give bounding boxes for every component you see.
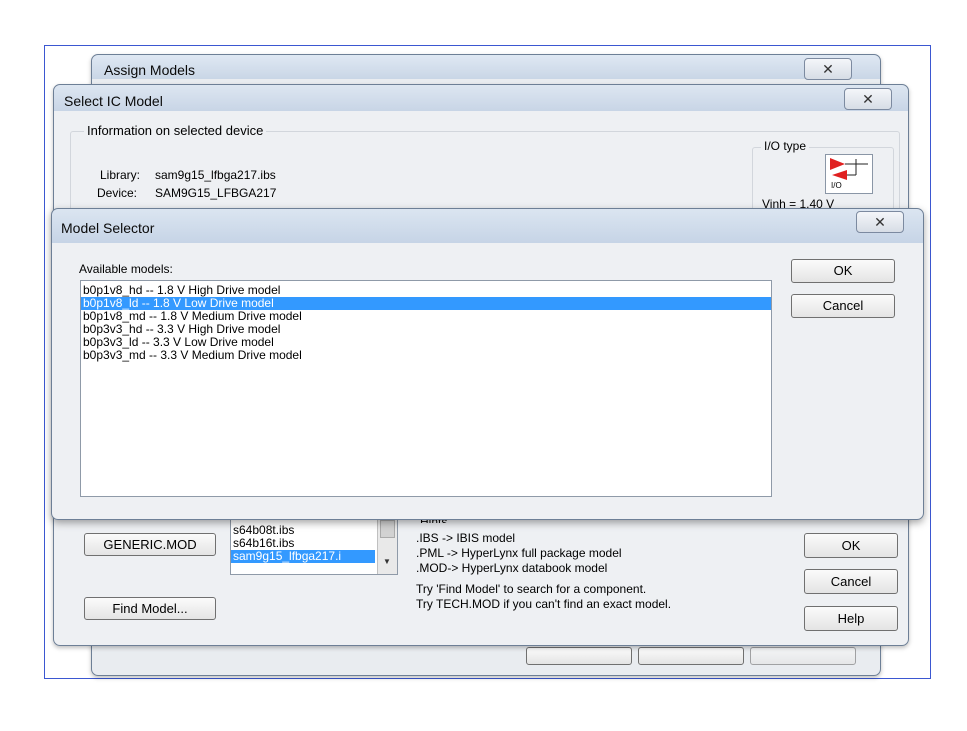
hint-line: .MOD-> HyperLynx databook model [416,561,608,575]
cancel-button[interactable]: Cancel [791,294,895,318]
ok-button-back[interactable] [526,647,632,665]
help-label: Help [837,611,865,626]
generic-mod-label: GENERIC.MOD [103,537,197,552]
apply-button-back[interactable] [750,647,856,665]
find-model-button[interactable]: Find Model... [84,597,216,620]
model-selector-window: Model Selector ✕ Available models: b0p1v… [51,208,924,520]
ok-button[interactable]: OK [804,533,898,558]
available-models-list[interactable]: b0p1v8_hd -- 1.8 V High Drive model b0p1… [80,280,772,497]
ok-button[interactable]: OK [791,259,895,283]
ok-label: OK [841,538,861,553]
close-icon: ✕ [862,91,874,107]
scroll-down-icon[interactable]: ▼ [383,557,391,566]
cancel-button-back[interactable] [638,647,744,665]
ok-label: OK [833,263,853,278]
find-model-label: Find Model... [112,601,188,616]
cancel-label: Cancel [830,574,872,589]
list-item-selected[interactable]: sam9g15_lfbga217.i [231,550,375,563]
list-scrollbar[interactable]: ▼ [377,518,397,574]
window-title: Model Selector [61,220,155,236]
window-title: Assign Models [104,62,196,78]
io-type-label: I/O type [761,139,810,153]
device-value: SAM9G15_LFBGA217 [155,186,277,200]
library-value: sam9g15_lfbga217.ibs [155,168,276,182]
generic-mod-button[interactable]: GENERIC.MOD [84,533,216,556]
close-icon: ✕ [874,214,886,230]
close-button[interactable]: ✕ [804,58,852,80]
screenshot-frame: Assign Models ✕ Select IC Model ✕ Inform… [44,45,931,679]
window-title: Select IC Model [64,93,163,109]
help-button[interactable]: Help [804,606,898,631]
hint-line: .PML -> HyperLynx full package model [416,546,622,560]
model-files-list[interactable]: s64b08t.ibs s64b16t.ibs sam9g15_lfbga217… [230,517,398,575]
hint-line: .IBS -> IBIS model [416,531,516,545]
close-button[interactable]: ✕ [856,211,904,233]
hint-line: Try 'Find Model' to search for a compone… [416,582,647,596]
device-info-label: Information on selected device [84,123,267,138]
device-label: Device: [97,186,138,200]
close-icon: ✕ [822,61,834,77]
library-label: Library: [100,168,141,182]
io-buffer-icon: I/O [825,154,873,194]
available-models-label: Available models: [79,262,173,276]
scroll-thumb[interactable] [380,520,395,538]
hint-line: Try TECH.MOD if you can't find an exact … [416,597,672,611]
close-button[interactable]: ✕ [844,88,892,110]
io-icon-label: I/O [831,181,842,190]
cancel-button[interactable]: Cancel [804,569,898,594]
list-item[interactable]: b0p3v3_md -- 3.3 V Medium Drive model [81,349,771,362]
cancel-label: Cancel [822,298,864,313]
